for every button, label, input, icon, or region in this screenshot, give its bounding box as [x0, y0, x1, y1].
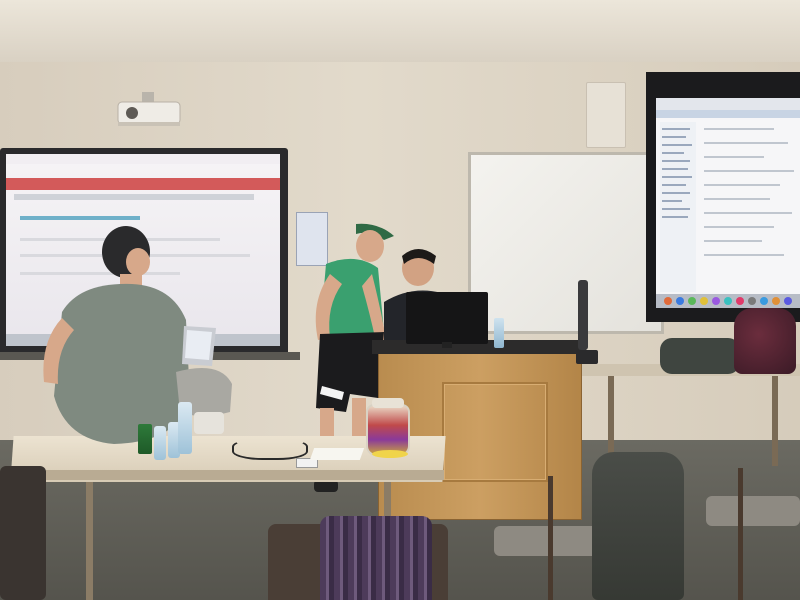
- page-content-line: [20, 216, 140, 220]
- chair-left-edge: [0, 466, 46, 600]
- water-bottle: [494, 318, 504, 348]
- paper-sheet: [309, 448, 365, 460]
- table-leg: [86, 476, 93, 600]
- table-edge: [14, 470, 444, 480]
- page-content-line: [14, 194, 254, 200]
- laptop: [180, 326, 216, 366]
- water-bottle: [178, 402, 192, 454]
- table-leg: [772, 376, 778, 466]
- projection-screen: [656, 98, 800, 308]
- podium-monitor: [406, 292, 488, 344]
- page-header-bar: [6, 178, 280, 190]
- chair-frame: [738, 468, 743, 600]
- whiteboard: [468, 152, 664, 334]
- water-bottle: [154, 426, 166, 460]
- ceiling: [0, 0, 800, 62]
- yellow-plate: [372, 450, 408, 458]
- wall-speaker: [586, 82, 626, 148]
- chair-frame: [548, 476, 553, 600]
- ceiling-projector: [112, 92, 184, 132]
- jacket-on-chair: [592, 452, 684, 600]
- charging-cable: [232, 438, 308, 460]
- soda-can: [138, 424, 152, 454]
- browser-tab-bar: [6, 154, 280, 164]
- candy-jar: [366, 404, 410, 456]
- folded-jacket: [660, 338, 740, 374]
- backpack: [734, 308, 796, 374]
- monitor-stand: [442, 342, 452, 348]
- candy-jar-lid: [372, 398, 404, 408]
- podium-panel: [442, 382, 548, 482]
- plaid-shirt-on-chair: [320, 516, 432, 600]
- podium-lamp: [576, 280, 598, 364]
- chair-seat: [706, 496, 800, 526]
- classroom-scene: [0, 0, 800, 600]
